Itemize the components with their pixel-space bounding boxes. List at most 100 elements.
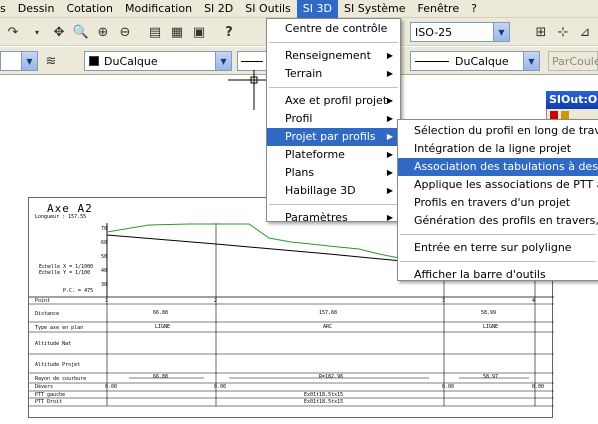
si-outils-panel-title[interactable]: SIOut:Ob xyxy=(546,91,598,109)
type-value: LIGNE xyxy=(155,324,171,330)
menu-habillage-3d[interactable]: Habillage 3D ▶ xyxy=(267,182,400,200)
zoom-realtime-icon[interactable]: 🔍 xyxy=(70,21,92,43)
menu-projet-par-profils[interactable]: Projet par profils ▶ xyxy=(267,128,400,146)
chevron-down-icon[interactable]: ▼ xyxy=(523,52,539,70)
distance-value: 66.88 xyxy=(153,310,169,316)
menu-item-file-partial[interactable]: s xyxy=(0,0,12,18)
layer-combo-partial[interactable]: ▼ xyxy=(0,51,38,71)
menu-label: Axe et profil projet xyxy=(285,94,388,107)
submenu-generation-profils-en-travers[interactable]: Génération des profils en travers, mail xyxy=(398,212,598,230)
si-3d-menu: Centre de contrôle Renseignement ▶ Terrai… xyxy=(266,18,401,224)
axis-length: Longueur : 157.55 xyxy=(35,214,87,220)
menu-centre-de-controle[interactable]: Centre de contrôle xyxy=(267,20,400,38)
properties-icon[interactable]: ▤ xyxy=(144,21,166,43)
menu-item-si-outils[interactable]: SI Outils xyxy=(239,0,297,18)
chevron-down-icon[interactable]: ▼ xyxy=(215,52,231,70)
row-label: Altitude Nat xyxy=(35,341,72,347)
menu-item-fenetre[interactable]: Fenêtre xyxy=(412,0,466,18)
chevron-down-icon[interactable]: ▼ xyxy=(21,52,37,70)
row-label: PTT gauche xyxy=(35,392,66,398)
menu-separator xyxy=(269,87,398,88)
color-combo[interactable]: DuCalque ▼ xyxy=(84,51,232,71)
tool-icon[interactable] xyxy=(550,111,558,119)
submenu-applique-associations-ptt[interactable]: Applique les associations de PTT à un p xyxy=(398,176,598,194)
linetype-combo-partial[interactable] xyxy=(237,51,267,71)
menu-label: Terrain xyxy=(285,67,323,80)
menu-item-si-2d[interactable]: SI 2D xyxy=(198,0,239,18)
projet-par-profils-submenu: Sélection du profil en long de travail I… xyxy=(397,119,598,281)
y-tick-label: 40 xyxy=(101,268,108,274)
menu-plans[interactable]: Plans ▶ xyxy=(267,164,400,182)
y-tick-label: 30 xyxy=(101,282,108,288)
menu-item-help[interactable]: ? xyxy=(465,0,483,18)
menu-parametres[interactable]: Paramètres ▶ xyxy=(267,209,400,227)
y-tick-label: 70 xyxy=(101,226,108,232)
rayon-value: 66.88 xyxy=(153,374,169,380)
submenu-arrow-icon: ▶ xyxy=(386,114,393,123)
plotstyle-value: ParCoule xyxy=(552,54,598,68)
submenu-arrow-icon: ▶ xyxy=(386,132,393,141)
menu-label: Paramètres xyxy=(285,211,348,224)
zoom-window-icon[interactable]: ⊕ xyxy=(92,21,114,43)
type-value: LIGNE xyxy=(483,324,499,330)
line-preview xyxy=(241,60,263,62)
ptt-right-value: Ex01t18.5tx15 xyxy=(304,399,344,405)
dimstyle-combo[interactable]: ISO-25 ▼ xyxy=(410,22,510,42)
row-label: Altitude Projet xyxy=(35,362,81,368)
menu-item-si-3d[interactable]: SI 3D xyxy=(296,0,338,18)
devers-value: 0.00 xyxy=(214,384,227,390)
submenu-arrow-icon: ▶ xyxy=(386,51,393,60)
lineweight-combo[interactable]: DuCalque ▼ xyxy=(410,51,540,71)
row-label: Rayon de courbure xyxy=(35,376,87,382)
menu-label: Association des tabulations à des profi xyxy=(414,160,598,173)
chevron-down-icon[interactable]: ▼ xyxy=(493,23,509,41)
tool-palettes-icon[interactable]: ▣ xyxy=(188,21,210,43)
redo-icon[interactable]: ↷ xyxy=(2,21,24,43)
menu-profil[interactable]: Profil ▶ xyxy=(267,110,400,128)
submenu-arrow-icon: ▶ xyxy=(386,96,393,105)
submenu-arrow-icon: ▶ xyxy=(386,150,393,159)
type-value: ARC xyxy=(323,324,333,330)
submenu-integration-ligne-projet[interactable]: Intégration de la ligne projet xyxy=(398,140,598,158)
plotstyle-combo[interactable]: ParCoule xyxy=(548,51,598,71)
menu-label: Renseignement xyxy=(285,49,371,62)
submenu-afficher-barre-outils[interactable]: Afficher la barre d'outils xyxy=(398,266,598,284)
menu-separator xyxy=(269,42,398,43)
autocad-window: { "menubar": { "items": ["s","Dessin","C… xyxy=(0,0,598,424)
color-swatch xyxy=(89,56,99,66)
menu-plateforme[interactable]: Plateforme ▶ xyxy=(267,146,400,164)
zoom-previous-icon[interactable]: ⊖ xyxy=(114,21,136,43)
layers-icon[interactable]: ≋ xyxy=(40,50,62,72)
menu-terrain[interactable]: Terrain ▶ xyxy=(267,65,400,83)
submenu-profils-en-travers[interactable]: Profils en travers d'un projet xyxy=(398,194,598,212)
point-label: 3 xyxy=(442,298,446,304)
help-icon[interactable]: ? xyxy=(218,21,240,43)
ucs-icon[interactable]: ⊞ xyxy=(530,21,552,43)
menu-label: Intégration de la ligne projet xyxy=(414,142,572,155)
menu-label: Centre de contrôle xyxy=(285,22,388,35)
point-label: 4 xyxy=(532,298,536,304)
design-center-icon[interactable]: ▦ xyxy=(166,21,188,43)
submenu-arrow-icon: ▶ xyxy=(386,186,393,195)
submenu-association-tabulations[interactable]: Association des tabulations à des profi xyxy=(398,158,598,176)
menu-item-modification[interactable]: Modification xyxy=(119,0,198,18)
ucs-origin-icon[interactable]: ⊹ xyxy=(552,21,574,43)
redo-dropdown-icon[interactable]: ▾ xyxy=(26,21,48,43)
distance-value: 157.68 xyxy=(319,310,338,316)
point-label: 2 xyxy=(214,298,218,304)
submenu-entree-en-terre[interactable]: Entrée en terre sur polyligne xyxy=(398,239,598,257)
menu-separator xyxy=(400,234,596,235)
menu-item-cotation[interactable]: Cotation xyxy=(60,0,119,18)
submenu-selection-profil-en-long[interactable]: Sélection du profil en long de travail xyxy=(398,122,598,140)
menu-renseignement[interactable]: Renseignement ▶ xyxy=(267,47,400,65)
tool-icon[interactable] xyxy=(561,111,569,119)
menu-item-si-systeme[interactable]: SI Système xyxy=(338,0,412,18)
pan-icon[interactable]: ✥ xyxy=(48,21,70,43)
menu-item-dessin[interactable]: Dessin xyxy=(12,0,61,18)
menu-label: Applique les associations de PTT à un p xyxy=(414,178,598,191)
menu-label: Projet par profils xyxy=(285,130,376,143)
menu-separator xyxy=(269,204,398,205)
row-label: Distance xyxy=(35,311,60,317)
menu-axe-et-profil-projet[interactable]: Axe et profil projet ▶ xyxy=(267,92,400,110)
ucs-3point-icon[interactable]: ⊿ xyxy=(574,21,596,43)
